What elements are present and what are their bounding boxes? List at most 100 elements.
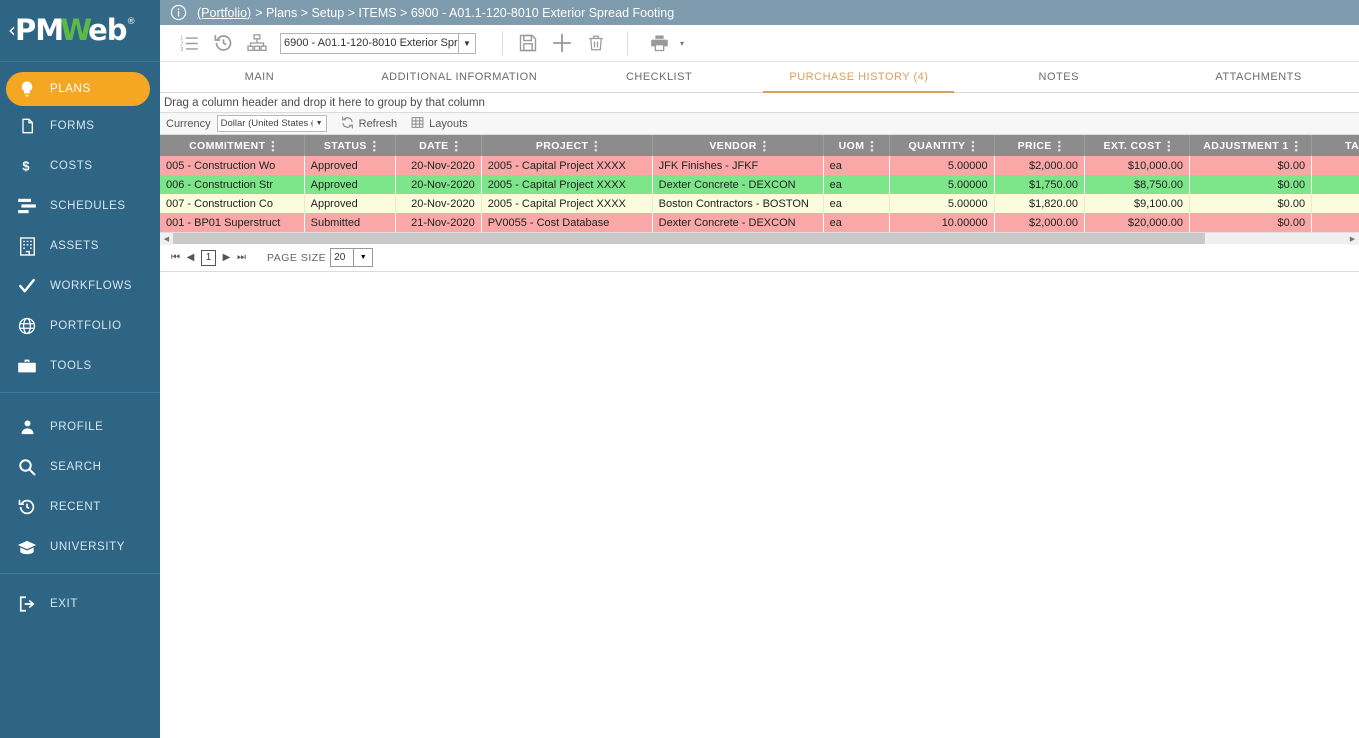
collapse-chevron-icon[interactable]: ‹ [8, 20, 16, 40]
cell-ext-cost: $20,000.00 [1084, 213, 1190, 232]
cell-project: PV0055 - Cost Database [481, 213, 653, 232]
tab-label: NOTES [1038, 71, 1079, 83]
record-selector-value: 6900 - A01.1-120-8010 Exterior Sprea [284, 37, 458, 49]
column-header-ext-cost[interactable]: EXT. COST • • • [1084, 135, 1190, 156]
table-row[interactable]: 001 - BP01 Superstruct Submitted 21-Nov-… [160, 213, 1359, 232]
info-icon[interactable] [170, 4, 187, 21]
currency-select[interactable]: Dollar (United States of ▼ [216, 115, 327, 132]
sidebar-item-portfolio[interactable]: PORTFOLIO [0, 306, 160, 346]
column-menu-icon[interactable]: • • • [763, 137, 766, 154]
column-header-vendor[interactable]: VENDOR • • • [652, 135, 824, 156]
column-header-tax[interactable]: TAX••• [1311, 135, 1359, 156]
current-page-number[interactable]: 1 [201, 249, 216, 266]
sidebar-item-recent[interactable]: RECENT [0, 487, 160, 527]
sidebar-divider-1 [0, 392, 160, 393]
scrollbar-track[interactable] [173, 233, 1346, 244]
tab-notes[interactable]: NOTES [959, 62, 1159, 92]
table-row[interactable]: 006 - Construction Str Approved 20-Nov-2… [160, 175, 1359, 194]
next-page-button[interactable]: ▶ [219, 250, 234, 266]
column-menu-icon[interactable]: • • • [271, 137, 274, 154]
group-drop-area[interactable]: Drag a column header and drop it here to… [160, 93, 1359, 113]
logo-eb-text: eb [88, 13, 127, 47]
layouts-button[interactable]: Layouts [411, 116, 468, 132]
previous-page-button[interactable]: ◀ [183, 250, 198, 266]
table-row[interactable]: 005 - Construction Wo Approved 20-Nov-20… [160, 156, 1359, 175]
column-menu-icon[interactable]: • • • [1058, 137, 1061, 154]
scroll-left-icon[interactable]: ◀ [160, 232, 173, 245]
logo-registered-icon: ® [126, 17, 136, 27]
last-page-button[interactable]: ⏭ [234, 250, 249, 266]
add-icon[interactable] [545, 28, 579, 58]
print-options-chevron-icon[interactable]: ▾ [680, 39, 684, 48]
column-header-quantity[interactable]: QUANTITY • • • [889, 135, 995, 156]
column-menu-icon[interactable]: • • • [373, 137, 376, 154]
sidebar-item-forms[interactable]: FORMS [0, 106, 160, 146]
table-row[interactable]: 007 - Construction Co Approved 20-Nov-20… [160, 194, 1359, 213]
column-header-adjustment-1[interactable]: ADJUSTMENT 1 • • • [1189, 135, 1313, 156]
column-header-status[interactable]: STATUS • • • [304, 135, 397, 156]
sidebar-item-profile[interactable]: PROFILE [0, 407, 160, 447]
cell-commitment: 005 - Construction Wo [160, 156, 305, 175]
sidebar-nav-secondary: PROFILE SEARCH RECENT UNIVERSITY [0, 397, 160, 567]
tab-additional-information[interactable]: ADDITIONAL INFORMATION [360, 62, 560, 92]
history-icon [14, 496, 40, 518]
chevron-down-icon[interactable]: ▼ [353, 249, 372, 266]
sidebar-item-assets[interactable]: ASSETS [0, 226, 160, 266]
app-root: ‹ PM W eb ® PLANS FORMS $ COSTS SCHEDULE… [0, 0, 1359, 738]
cell-project: 2005 - Capital Project XXXX [481, 175, 653, 194]
column-header-price[interactable]: PRICE • • • [994, 135, 1085, 156]
cell-vendor: Boston Contractors - BOSTON [652, 194, 824, 213]
history-icon[interactable] [206, 28, 240, 58]
page-size-select[interactable]: 20 ▼ [330, 248, 374, 267]
column-menu-icon[interactable]: • • • [870, 137, 873, 154]
column-label: PRICE [1017, 139, 1052, 152]
check-icon [14, 275, 40, 297]
first-page-button[interactable]: ⏮ [168, 250, 183, 266]
toolbox-icon [14, 355, 40, 377]
column-menu-icon[interactable]: • • • [971, 137, 974, 154]
sidebar-item-university[interactable]: UNIVERSITY [0, 527, 160, 567]
sidebar-item-plans[interactable]: PLANS [6, 72, 150, 106]
column-header-commitment[interactable]: COMMITMENT • • • [160, 135, 305, 156]
tab-main[interactable]: MAIN [160, 62, 360, 92]
tab-purchase-history[interactable]: PURCHASE HISTORY (4) [759, 62, 959, 93]
column-menu-icon[interactable]: • • • [594, 137, 597, 154]
scroll-right-icon[interactable]: ▶ [1346, 232, 1359, 245]
tab-attachments[interactable]: ATTACHMENTS [1159, 62, 1359, 92]
sidebar-item-search[interactable]: SEARCH [0, 447, 160, 487]
save-icon[interactable] [511, 28, 545, 58]
cell-quantity: 5.00000 [889, 175, 995, 194]
column-menu-icon[interactable]: • • • [1295, 137, 1298, 154]
grid-toolbar: Currency Dollar (United States of ▼ Refr… [160, 113, 1359, 135]
print-icon[interactable] [642, 28, 676, 58]
sidebar-item-tools[interactable]: TOOLS [0, 346, 160, 386]
cell-commitment: 006 - Construction Str [160, 175, 305, 194]
chevron-down-icon[interactable]: ▼ [311, 120, 326, 127]
refresh-button[interactable]: Refresh [341, 115, 397, 132]
cell-price: $2,000.00 [994, 156, 1085, 175]
org-chart-icon[interactable] [240, 28, 274, 58]
column-header-date[interactable]: DATE • • • [395, 135, 482, 156]
sidebar-item-label: ASSETS [50, 240, 99, 252]
sidebar-item-costs[interactable]: $ COSTS [0, 146, 160, 186]
app-logo[interactable]: ‹ PM W eb ® [0, 0, 160, 62]
scrollbar-thumb[interactable] [173, 233, 1206, 244]
sidebar-item-workflows[interactable]: WORKFLOWS [0, 266, 160, 306]
logo-pm-text: PM [15, 13, 64, 47]
trash-icon[interactable] [579, 28, 613, 58]
sidebar-item-exit[interactable]: EXIT [0, 584, 160, 624]
chevron-down-icon[interactable]: ▼ [458, 33, 475, 53]
tab-checklist[interactable]: CHECKLIST [560, 62, 760, 92]
numbered-list-icon[interactable]: 1 2 3 [172, 28, 206, 58]
column-label: STATUS [323, 139, 367, 152]
sidebar-item-schedules[interactable]: SCHEDULES [0, 186, 160, 226]
toolbar-divider-1 [502, 31, 503, 55]
column-menu-icon[interactable]: • • • [455, 137, 458, 154]
column-menu-icon[interactable]: • • • [1167, 137, 1170, 154]
grid-horizontal-scrollbar[interactable]: ◀ ▶ [160, 232, 1359, 245]
column-header-uom[interactable]: UOM • • • [823, 135, 890, 156]
breadcrumb-portfolio-link[interactable]: (Portfolio) [197, 6, 251, 20]
page-size-value: 20 [334, 252, 346, 263]
record-selector[interactable]: 6900 - A01.1-120-8010 Exterior Sprea ▼ [280, 32, 476, 54]
column-header-project[interactable]: PROJECT • • • [481, 135, 653, 156]
